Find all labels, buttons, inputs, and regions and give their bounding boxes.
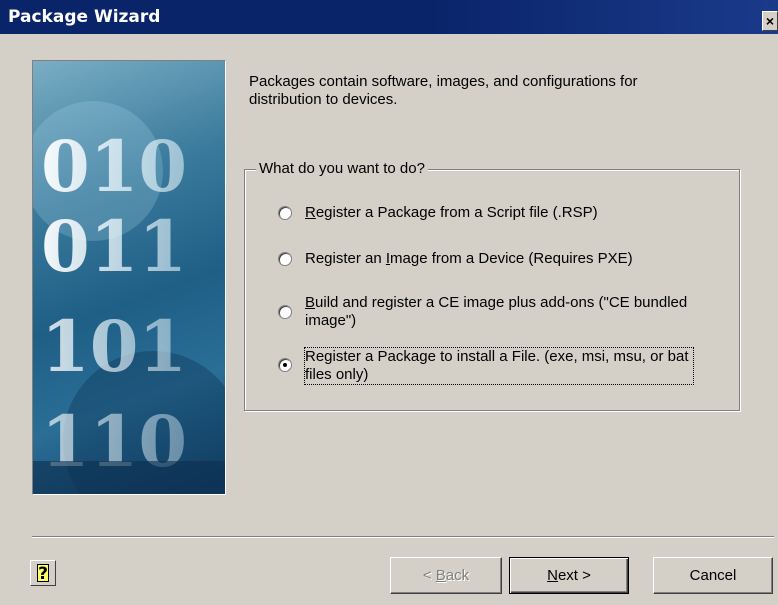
banner-row-1: 011 [41, 205, 187, 288]
option-register-script[interactable]: Register a Package from a Script file (.… [278, 204, 598, 222]
window-title: Package Wizard [8, 7, 161, 27]
cancel-button[interactable]: Cancel [653, 557, 773, 594]
option-label: Register a Package from a Script file (.… [305, 204, 598, 221]
button-separator [32, 536, 774, 538]
radio-register-image[interactable] [278, 252, 292, 266]
option-label: Register an Image from a Device (Require… [305, 250, 633, 267]
radio-register-file[interactable] [278, 358, 292, 372]
wizard-banner-image: 010 011 101 110 [32, 60, 226, 495]
close-button[interactable]: × [762, 11, 778, 31]
intro-text: Packages contain software, images, and c… [249, 73, 638, 108]
binary-digits-banner-icon: 010 011 101 110 [33, 101, 225, 494]
banner-row-0: 010 [41, 125, 187, 208]
help-icon: ? [37, 564, 49, 584]
banner-row-2: 101 [41, 305, 187, 388]
title-bar[interactable]: Package Wizard × [0, 0, 778, 34]
option-label: Register a Package to install a File. (e… [304, 347, 694, 385]
group-legend: What do you want to do? [256, 160, 428, 177]
back-button[interactable]: < Back [390, 557, 502, 594]
option-ce-bundled-image[interactable]: Build and register a CE image plus add-o… [278, 294, 698, 330]
radio-register-script[interactable] [278, 206, 292, 220]
help-button[interactable]: ? [30, 560, 56, 586]
next-button[interactable]: Next > [509, 557, 629, 594]
option-register-file[interactable]: Register a Package to install a File. (e… [278, 347, 698, 385]
close-icon: × [765, 13, 775, 29]
option-register-image[interactable]: Register an Image from a Device (Require… [278, 250, 633, 268]
option-label: Build and register a CE image plus add-o… [305, 294, 688, 329]
radio-ce-bundled-image[interactable] [278, 305, 292, 319]
